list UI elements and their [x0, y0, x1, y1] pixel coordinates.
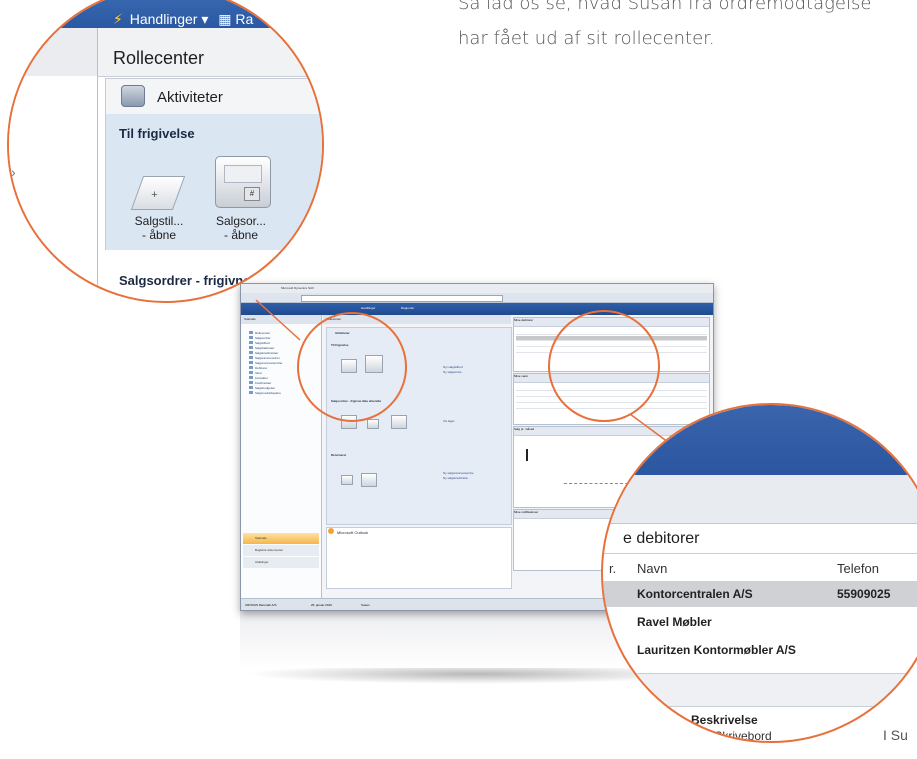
nav-header-zoom — [9, 28, 98, 76]
column-description[interactable]: Beskrivelse — [691, 713, 758, 727]
section-released-title: Salgsordrer - frigivne — [119, 273, 251, 288]
tile-released-3[interactable] — [391, 415, 407, 429]
order-count-badge: # — [244, 187, 260, 201]
activities-icon — [121, 85, 145, 107]
link-new-order[interactable]: Ny salgsordre — [443, 370, 462, 374]
sales-chart-marker — [526, 449, 528, 461]
actions-menu-label: Handlinger — [129, 11, 198, 27]
table-row[interactable]: Lauritzen Kontormøbler A/S — [603, 637, 917, 663]
items-section-title: rer — [619, 681, 638, 698]
nav-item[interactable]: Kontakter — [249, 376, 268, 380]
intro-line-1: Så lad os se, hvad Susan fra ordremodtag… — [458, 0, 872, 14]
item-description: TEN Skrivebord — [687, 729, 772, 743]
magnifier-customers: e debitorer r. Navn Telefon Kontorcentra… — [601, 403, 917, 743]
reports-label: Ra — [235, 11, 254, 27]
nav-button-posted-documents[interactable]: Bogførte dokumenter — [243, 545, 319, 556]
link-new-return[interactable]: Ny salgsreturvareordre — [443, 471, 474, 475]
reports-icon: ▦ — [218, 11, 232, 27]
page-title: Rollecenter — [113, 48, 205, 68]
intro-line-2: har fået ud af sit rollecenter. — [458, 28, 715, 49]
nav-item[interactable]: Salgstilbud — [249, 341, 270, 345]
nav-button-departments[interactable]: Afdelinger — [243, 557, 319, 568]
lightning-icon: ⚡ — [113, 11, 123, 27]
tile-released-2[interactable] — [367, 419, 379, 429]
nav-item[interactable]: Salgsrammeordrer — [249, 356, 280, 360]
nav-header: Startside — [241, 315, 321, 324]
link-new-credit[interactable]: Ny salgskreditnota — [443, 476, 468, 480]
nav-item[interactable]: Varer — [248, 371, 262, 375]
nav-item[interactable]: Salgsordrer — [249, 336, 271, 340]
actions-menu[interactable]: ⚡ Handlinger ▾ ▦ Ra — [113, 11, 253, 28]
outlook-panel — [326, 527, 512, 589]
status-company: CRONUS Danmark A/S — [245, 603, 277, 607]
tile-orders-label[interactable]: Salgsor... - åbne — [211, 214, 271, 242]
command-bar: Handlinger Rapporter — [241, 303, 713, 315]
nav-pane-zoom — [9, 76, 98, 301]
section-returned: Returneret — [331, 453, 347, 457]
zoom-ring-left — [297, 312, 407, 422]
section-release-title: Til frigivelse — [119, 126, 195, 141]
tile-quotes-label-1: Salgstil... — [134, 214, 184, 228]
customer-name: Ravel Møbler — [637, 615, 712, 629]
tile-quotes-label[interactable]: Salgstil... - åbne — [129, 214, 189, 242]
nav-item[interactable]: Salgsfakturaer — [248, 346, 274, 350]
customer-phone: 55909025 — [837, 587, 891, 601]
outlook-icon — [328, 528, 334, 534]
header-strip — [603, 475, 917, 524]
status-date: 26. januar 2010 — [311, 603, 332, 607]
table-row[interactable]: Kontorcentralen A/S 55909025 — [603, 581, 917, 607]
column-name[interactable]: Navn — [637, 561, 667, 576]
status-user: Susan — [361, 603, 370, 607]
window-title: Microsoft Dynamics NAV — [281, 286, 314, 290]
nav-item[interactable]: Salgskreditnotaer — [248, 351, 278, 355]
customers-heading: e debitorer — [623, 530, 700, 547]
cmd-reports[interactable]: Rapporter — [401, 306, 414, 310]
window-titlebar: Microsoft Dynamics NAV — [241, 284, 713, 293]
tile-quotes-label-2: - åbne — [141, 228, 177, 242]
sales-order-icon[interactable]: # — [215, 156, 271, 208]
column-phone[interactable]: Telefon — [837, 561, 879, 576]
table-row[interactable]: Ravel Møbler — [603, 609, 917, 635]
tile-orders-label-1: Salgsor... — [215, 214, 267, 228]
intro-paragraph: Så lad os se, hvad Susan fra ordremodtag… — [458, 0, 917, 56]
magnifier-activities: ⚡ Handlinger ▾ ▦ Ra › Rollecenter Aktivi… — [7, 0, 324, 303]
tile-returned-2[interactable] — [361, 473, 377, 487]
column-no[interactable]: r. — [609, 561, 616, 576]
link-view-inventory[interactable]: Vis lager — [443, 419, 455, 423]
nav-item[interactable]: Salgsreturvareordrer — [249, 361, 283, 365]
nav-item[interactable]: Kreditnotaer — [248, 381, 271, 385]
command-bar-zoom — [603, 405, 917, 475]
nav-item[interactable]: Salgsbudgetter — [248, 386, 275, 390]
nav-item[interactable]: Rollecenter — [248, 331, 270, 335]
header-divider — [603, 553, 917, 554]
items-section-header[interactable]: rer — [603, 673, 917, 707]
tile-orders-label-2: - åbne — [223, 228, 259, 242]
customer-name: Lauritzen Kontormøbler A/S — [637, 643, 796, 657]
activities-label: Aktiviteter — [157, 89, 223, 106]
outlook-title: Microsoft Outlook — [337, 530, 369, 535]
chevron-right-icon[interactable]: › — [11, 164, 16, 180]
nav-button-home[interactable]: Startside — [243, 533, 319, 544]
address-bar[interactable] — [241, 293, 713, 303]
nav-item[interactable]: Salgsmedarbejdere — [248, 391, 281, 395]
address-field[interactable] — [301, 295, 503, 302]
caption-text: I Su — [883, 727, 908, 743]
link-new-quote[interactable]: Nyt salgstilbud — [443, 365, 463, 369]
cmd-actions[interactable]: Handlinger — [361, 306, 376, 310]
customer-name: Kontorcentralen A/S — [637, 587, 753, 601]
tile-returned-1[interactable] — [341, 475, 353, 485]
nav-item[interactable]: Debitorer — [248, 366, 267, 370]
chevron-down-icon: ▾ — [201, 11, 209, 27]
